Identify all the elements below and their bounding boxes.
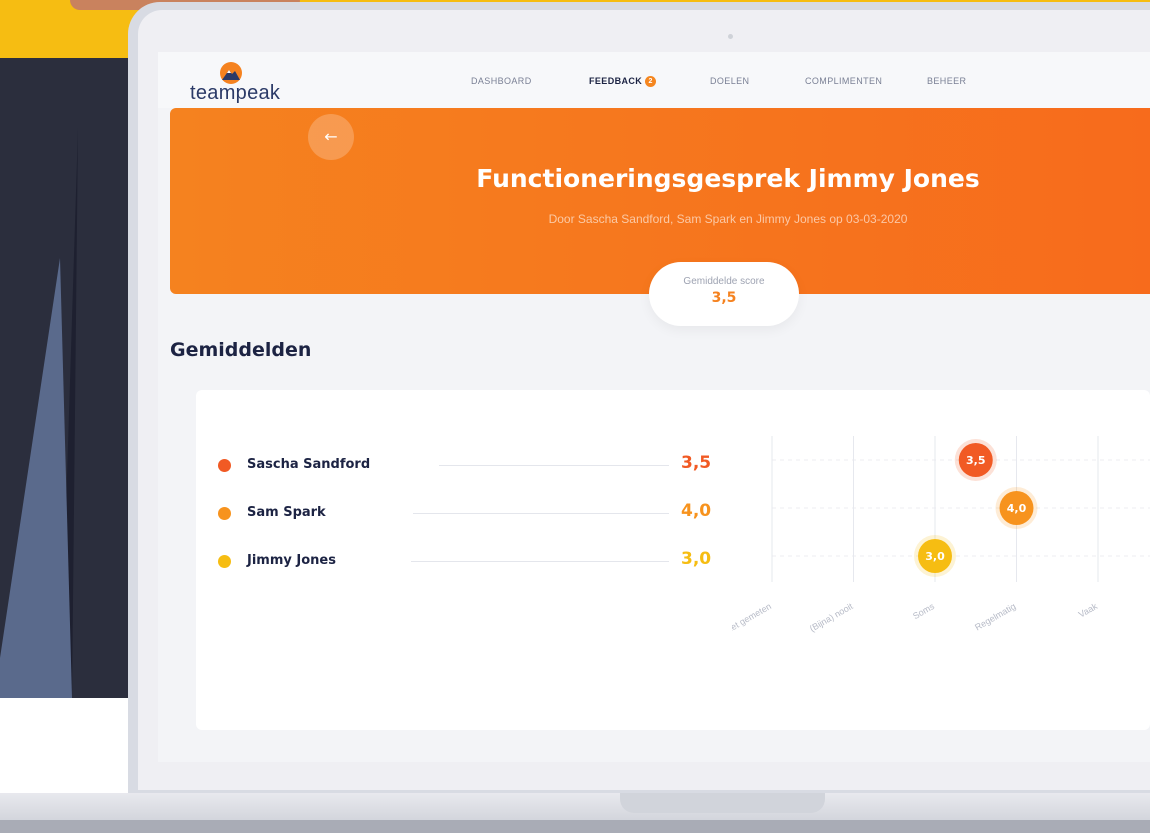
person-color-dot [218,459,231,472]
section-title: Gemiddelden [170,339,312,361]
person-row: Jimmy Jones 3,0 [196,549,716,573]
category-tick-label: (Bijna) nooit [808,601,855,634]
average-score-pill: Gemiddelde score 3,5 [649,262,799,326]
scores-chart: Niet gemeten (Bijna) nooit Soms Regelmatig V… [732,436,1150,636]
top-nav: teampeak DASHBOARD FEEDBACK 2 DOELEN COMP… [158,52,1150,108]
arrow-left-icon: ← [324,127,338,146]
page-title: Functioneringsgesprek Jimmy Jones [476,164,980,193]
logo-text: teampeak [190,82,281,104]
average-score-label: Gemiddelde score [683,276,765,287]
data-point-label: 3,0 [925,550,945,563]
category-tick-label: Soms [911,601,936,621]
row-divider [413,513,669,514]
person-name: Sascha Sandford [247,457,371,472]
background-stripes [0,128,78,698]
laptop-base-edge [0,820,1150,833]
person-score: 4,0 [681,501,712,521]
person-score: 3,0 [681,549,712,569]
back-button[interactable]: ← [308,114,354,160]
person-row: Sascha Sandford 3,5 [196,453,716,477]
webcam [728,34,733,39]
row-divider [439,465,669,466]
category-tick-label: Niet gemeten [732,601,773,636]
nav-feedback[interactable]: FEEDBACK 2 [589,76,657,88]
person-name: Sam Spark [247,505,326,520]
row-divider [411,561,669,562]
average-score-value: 3,5 [711,290,737,306]
person-color-dot [218,555,231,568]
mountain-logo-icon [220,62,242,84]
nav-feedback-label: FEEDBACK [589,76,643,86]
page-subtitle: Door Sascha Sandford, Sam Spark en Jimmy… [548,212,908,226]
app-screen: teampeak DASHBOARD FEEDBACK 2 DOELEN COMP… [158,52,1150,762]
person-color-dot [218,507,231,520]
nav-complimenten[interactable]: COMPLIMENTEN [805,76,882,86]
category-tick-label: Vaak [1077,601,1100,620]
person-name: Jimmy Jones [247,553,336,568]
data-point-label: 4,0 [1007,502,1027,515]
nav-beheer[interactable]: BEHEER [927,76,966,86]
logo[interactable]: teampeak [190,62,300,104]
nav-doelen[interactable]: DOELEN [710,76,749,86]
person-score: 3,5 [681,453,712,473]
person-row: Sam Spark 4,0 [196,501,716,525]
feedback-count-badge: 2 [645,76,657,88]
category-tick-label: Regelmatig [973,601,1017,632]
nav-dashboard[interactable]: DASHBOARD [471,76,532,86]
data-point-label: 3,5 [966,454,986,467]
laptop-notch [620,793,825,813]
